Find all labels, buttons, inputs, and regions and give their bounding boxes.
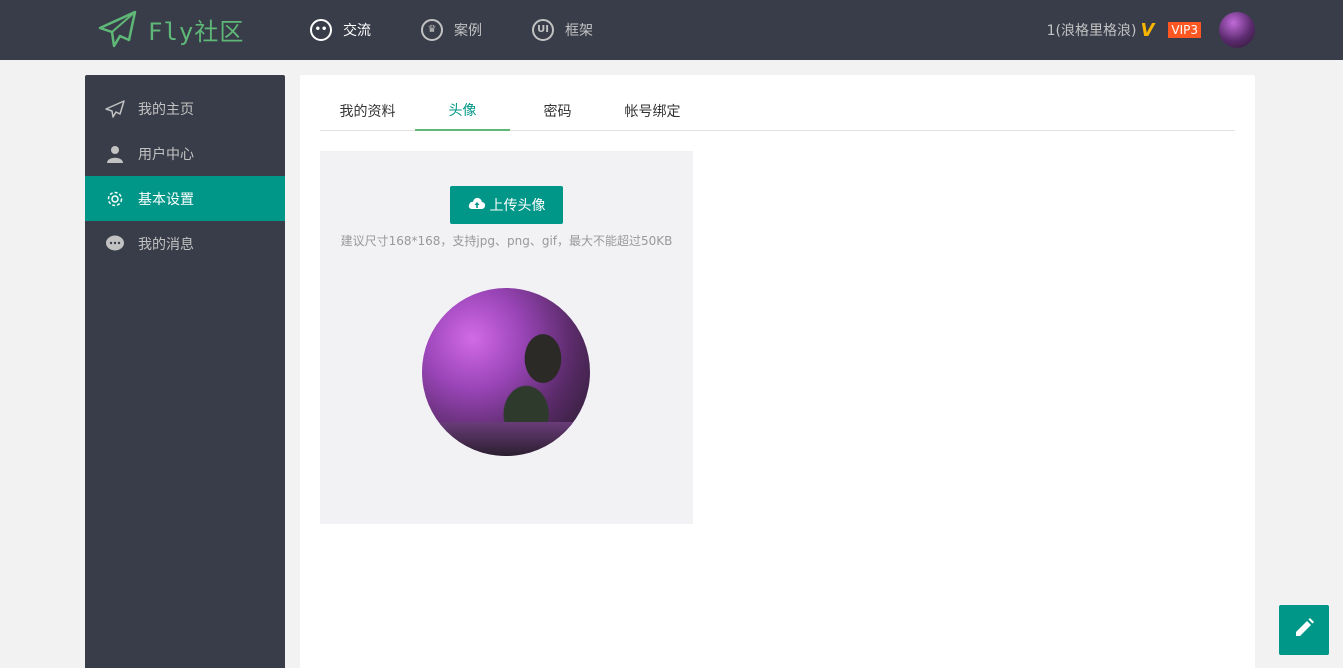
upload-tip: 建议尺寸168*168，支持jpg、png、gif，最大不能超过50KB — [340, 234, 673, 248]
current-avatar-image — [422, 288, 590, 456]
nav-item-framework[interactable]: UI 框架 — [532, 19, 593, 41]
upload-avatar-button[interactable]: 上传头像 — [450, 186, 563, 224]
vip-badge: VIP3 — [1168, 22, 1201, 38]
sidebar-item-home[interactable]: 我的主页 — [85, 86, 285, 131]
gear-icon — [105, 189, 125, 209]
nav-item-label: 框架 — [565, 23, 593, 39]
nav-item-cases[interactable]: ♛ 案例 — [421, 19, 482, 41]
paper-plane-icon — [105, 99, 125, 119]
nav-item-exchange[interactable]: •• 交流 — [310, 19, 371, 41]
float-edit-button[interactable] — [1279, 605, 1329, 655]
sidebar-item-user-center[interactable]: 用户中心 — [85, 131, 285, 176]
sidebar-item-messages[interactable]: 我的消息 — [85, 221, 285, 266]
message-icon — [105, 234, 125, 254]
avatar-upload-panel: 上传头像 建议尺寸168*168，支持jpg、png、gif，最大不能超过50K… — [320, 151, 693, 524]
sidebar-item-label: 我的主页 — [138, 101, 194, 118]
tab-password[interactable]: 密码 — [510, 90, 605, 131]
sidebar: 我的主页 用户中心 基本设置 我的消息 — [85, 75, 285, 668]
sidebar-item-label: 基本设置 — [138, 191, 194, 208]
crown-icon: ♛ — [421, 19, 443, 41]
paper-plane-logo-icon — [98, 10, 138, 48]
logo[interactable]: Fly社区 — [98, 10, 244, 48]
pencil-icon — [1293, 617, 1315, 643]
ui-icon: UI — [532, 19, 554, 41]
top-header: Fly社区 •• 交流 ♛ 案例 UI 框架 1(浪格里格浪) V VIP3 — [0, 0, 1343, 60]
sidebar-item-label: 用户中心 — [138, 146, 194, 163]
main-nav: •• 交流 ♛ 案例 UI 框架 — [310, 0, 643, 60]
settings-tabs: 我的资料 头像 密码 帐号绑定 — [320, 90, 1235, 131]
cloud-upload-icon — [468, 196, 490, 214]
chat-bubble-icon: •• — [310, 19, 332, 41]
tab-profile[interactable]: 我的资料 — [320, 90, 415, 131]
sidebar-item-settings[interactable]: 基本设置 — [85, 176, 285, 221]
user-icon — [105, 144, 125, 164]
user-avatar[interactable] — [1219, 12, 1255, 48]
sidebar-item-label: 我的消息 — [138, 236, 194, 253]
tab-avatar[interactable]: 头像 — [415, 90, 510, 131]
username-link[interactable]: 1(浪格里格浪) — [1047, 20, 1137, 40]
nav-item-label: 案例 — [454, 23, 482, 39]
verified-icon: V — [1140, 19, 1155, 41]
upload-button-label: 上传头像 — [489, 198, 546, 214]
tab-account-binding[interactable]: 帐号绑定 — [605, 90, 700, 131]
nav-item-label: 交流 — [343, 23, 371, 39]
logo-text: Fly社区 — [148, 17, 245, 46]
main-panel: 我的资料 头像 密码 帐号绑定 上传头像 建议尺寸168*168，支持jpg、p… — [300, 75, 1255, 668]
user-area: 1(浪格里格浪) V VIP3 — [1047, 0, 1255, 60]
avatar-image-detail — [422, 422, 590, 456]
